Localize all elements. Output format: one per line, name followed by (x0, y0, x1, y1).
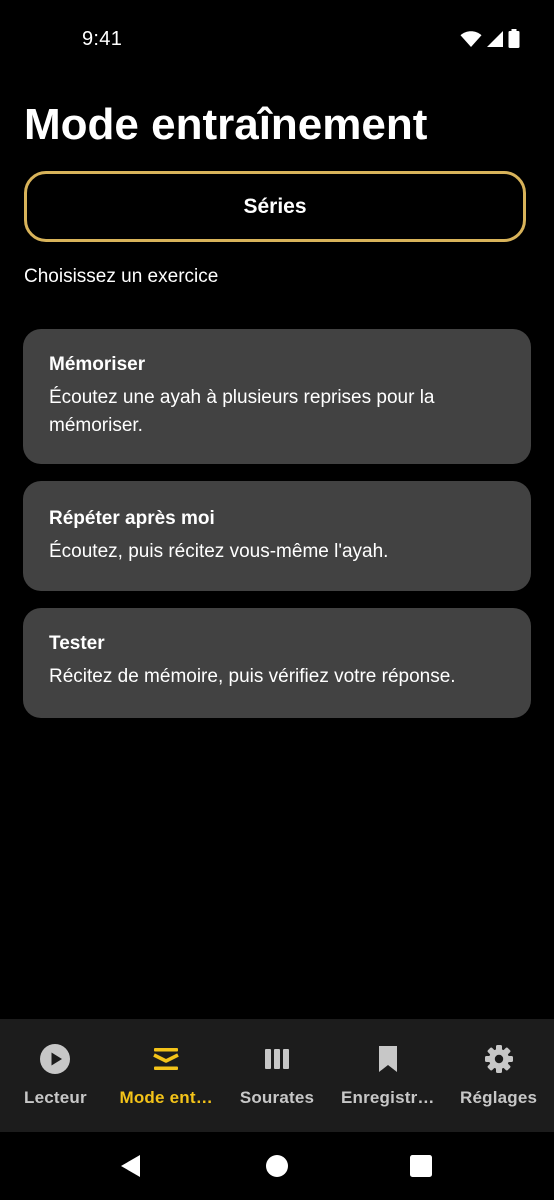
bottom-nav: Lecteur Mode ent… Sourates Enregistr… Ré… (0, 1019, 554, 1132)
exercise-card-title: Mémoriser (49, 354, 146, 375)
nav-label: Enregistr… (340, 1088, 435, 1107)
page-title: Mode entraînement (24, 100, 428, 149)
nav-item-mode-entrainement[interactable]: Mode ent… (111, 1019, 222, 1132)
nav-label: Réglages (459, 1088, 538, 1107)
bookmark-icon (372, 1043, 404, 1075)
play-circle-icon (39, 1043, 71, 1075)
exercise-card-title: Répéter après moi (49, 508, 215, 529)
status-icons (460, 29, 520, 48)
library-icon (261, 1043, 293, 1075)
system-nav-bar (0, 1132, 554, 1200)
nav-label: Mode ent… (119, 1088, 213, 1107)
exercise-card-memoriser[interactable]: Mémoriser Écoutez une ayah à plusieurs r… (23, 329, 531, 464)
nav-item-sourates[interactable]: Sourates (222, 1019, 333, 1132)
cell-signal-icon (486, 30, 504, 48)
nav-label: Sourates (239, 1088, 315, 1107)
recents-icon[interactable] (409, 1154, 433, 1178)
exercise-card-description: Écoutez, puis récitez vous-même l'ayah. (49, 541, 389, 562)
exercise-card-description: Écoutez une ayah à plusieurs reprises po… (49, 387, 435, 436)
gear-icon (483, 1043, 515, 1075)
exercise-card-tester[interactable]: Tester Récitez de mémoire, puis vérifiez… (23, 608, 531, 718)
training-stack-icon (150, 1043, 182, 1075)
status-bar: 9:41 (0, 0, 554, 80)
nav-label: Lecteur (23, 1088, 87, 1107)
exercise-card-title: Tester (49, 633, 105, 654)
series-button[interactable]: Séries (24, 171, 526, 242)
nav-item-enregistrements[interactable]: Enregistr… (332, 1019, 443, 1132)
nav-item-lecteur[interactable]: Lecteur (0, 1019, 111, 1132)
exercise-card-repeter[interactable]: Répéter après moi Écoutez, puis récitez … (23, 481, 531, 591)
wifi-icon (460, 30, 482, 48)
home-icon[interactable] (265, 1154, 289, 1178)
section-label: Choisissez un exercice (24, 266, 219, 287)
battery-icon (508, 29, 520, 48)
exercise-card-description: Récitez de mémoire, puis vérifiez votre … (49, 666, 456, 687)
nav-item-reglages[interactable]: Réglages (443, 1019, 554, 1132)
back-icon[interactable] (119, 1154, 143, 1178)
status-time: 9:41 (82, 28, 123, 50)
